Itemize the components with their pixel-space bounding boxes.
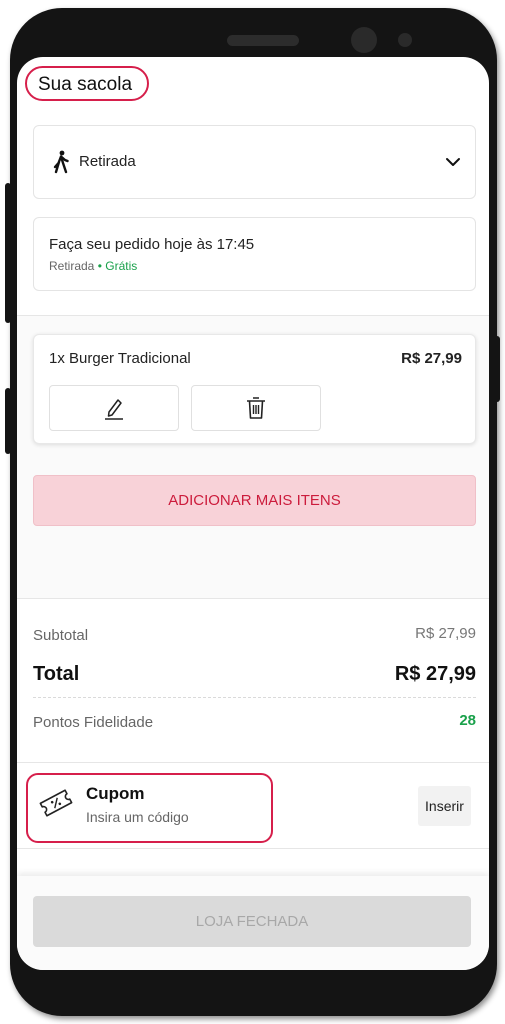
delete-item-button[interactable] — [191, 385, 321, 431]
total-label: Total — [33, 663, 80, 685]
separator-dot: • — [94, 259, 106, 273]
loyalty-points-value: 28 — [459, 712, 476, 729]
divider — [17, 762, 489, 763]
store-closed-button[interactable]: LOJA FECHADA — [33, 896, 471, 947]
divider — [17, 598, 489, 599]
phone-power-button — [494, 336, 500, 402]
order-mode-text: Retirada — [49, 259, 95, 273]
order-time-text: Faça seu pedido hoje às 17:45 — [49, 236, 255, 253]
total-value: R$ 27,99 — [394, 663, 476, 685]
order-mode-line: Retirada • Grátis — [49, 259, 137, 273]
pencil-icon — [105, 399, 123, 420]
chevron-down-icon — [446, 158, 460, 166]
coupon-ticket-icon — [39, 789, 73, 817]
cart-item: 1x Burger Tradicional R$ 27,99 — [33, 334, 476, 444]
cart-item-price: R$ 27,99 — [401, 350, 462, 367]
phone-sensor — [398, 33, 412, 47]
cart-item-name: 1x Burger Tradicional — [49, 350, 191, 367]
trash-icon — [247, 397, 265, 419]
divider — [17, 848, 489, 849]
subtotal-label: Subtotal — [33, 627, 89, 644]
phone-side-button-left — [5, 183, 11, 323]
delivery-mode-selector[interactable]: Retirada — [33, 125, 476, 199]
coupon-subtitle: Insira um código — [86, 809, 189, 825]
walking-person-icon — [53, 150, 69, 174]
phone-camera — [351, 27, 377, 53]
add-more-items-button[interactable]: ADICIONAR MAIS ITENS — [33, 475, 476, 526]
app-screen: Sua sacola Retirada Faça seu pedido hoje… — [17, 57, 489, 970]
order-price-text: Grátis — [105, 259, 138, 273]
loyalty-points-label: Pontos Fidelidade — [33, 714, 154, 731]
edit-item-button[interactable] — [49, 385, 179, 431]
bottom-action-bar: LOJA FECHADA — [17, 876, 489, 970]
dashed-divider — [33, 697, 476, 698]
coupon-title: Cupom — [86, 784, 145, 803]
phone-speaker — [227, 35, 299, 46]
subtotal-value: R$ 27,99 — [415, 625, 476, 642]
insert-coupon-button[interactable]: Inserir — [418, 786, 471, 826]
page-title: Sua sacola — [38, 74, 133, 95]
delivery-mode-label: Retirada — [79, 153, 136, 170]
phone-volume-button — [5, 388, 11, 454]
order-schedule-card: Faça seu pedido hoje às 17:45 Retirada •… — [33, 217, 476, 291]
